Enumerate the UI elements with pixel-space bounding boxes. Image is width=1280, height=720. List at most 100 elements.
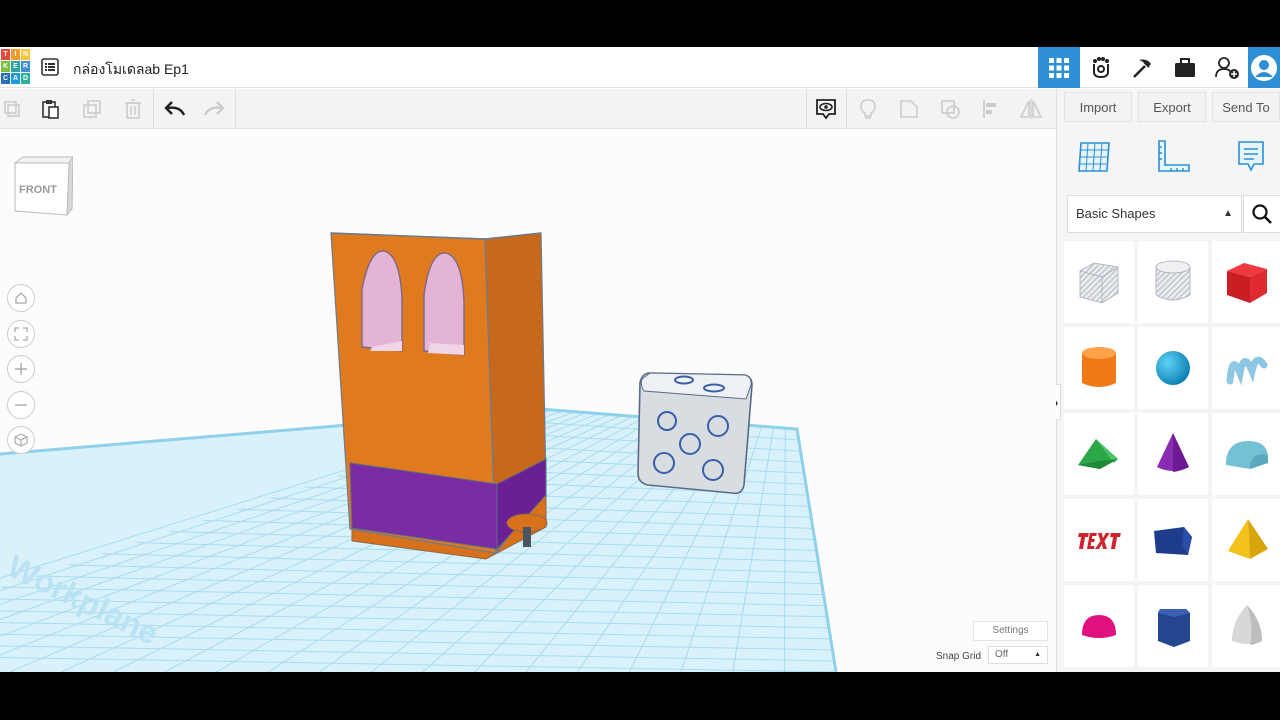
shape-box[interactable]: [1212, 241, 1280, 323]
export-button[interactable]: Export: [1138, 92, 1206, 122]
delete-button[interactable]: [113, 89, 153, 129]
grid-icon: [1049, 57, 1069, 78]
workplane-grid-icon: [1078, 142, 1110, 172]
shape-polygon[interactable]: [1138, 585, 1208, 667]
perspective-button[interactable]: [7, 426, 35, 454]
pickaxe-icon: [1133, 59, 1151, 78]
3d-canvas[interactable]: Workplane FRONT Settings Snap Grid Off ▲: [0, 129, 1056, 672]
home-view-button[interactable]: [7, 284, 35, 312]
shape-cylinder-hole[interactable]: [1138, 241, 1208, 323]
shape-roof[interactable]: [1064, 413, 1134, 495]
view-cube[interactable]: FRONT: [11, 153, 74, 219]
group-button[interactable]: [889, 89, 929, 129]
snap-grid-select[interactable]: Off ▲: [988, 646, 1048, 664]
pink-half-sphere-icon: [1082, 615, 1116, 638]
copy-button[interactable]: [0, 89, 32, 129]
settings-button[interactable]: Settings: [973, 621, 1048, 641]
box-hole-icon: [1079, 262, 1119, 304]
blocks-view-button[interactable]: [1080, 47, 1122, 88]
workplane-tool-button[interactable]: [1075, 137, 1115, 177]
round-roof-icon: [1226, 441, 1268, 469]
yellow-pyramid-icon: [1228, 519, 1268, 559]
designs-list-icon[interactable]: [41, 58, 59, 76]
undo-button[interactable]: [155, 89, 195, 129]
blocks-icon: [1093, 56, 1109, 78]
shape-paraboloid[interactable]: [1212, 585, 1280, 667]
send-to-button[interactable]: Send To: [1212, 92, 1280, 122]
duplicate-button[interactable]: [72, 89, 112, 129]
shape-wedge[interactable]: [1138, 499, 1208, 581]
scribble-icon: [1226, 356, 1268, 386]
logo-letter: R: [21, 61, 30, 72]
shape-text[interactable]: [1064, 499, 1134, 581]
design-title[interactable]: กล่องโมเดลab Ep1: [73, 59, 189, 81]
align-icon: [983, 100, 996, 118]
undo-icon: [164, 101, 186, 116]
group-icon: [900, 100, 918, 118]
import-button[interactable]: Import: [1064, 92, 1132, 122]
fit-view-button[interactable]: [7, 320, 35, 348]
user-avatar-icon: [1251, 54, 1277, 81]
note-bubble-icon: [1238, 141, 1264, 172]
ruler-icon: [1158, 140, 1190, 172]
zoom-out-button[interactable]: [7, 391, 35, 419]
shape-half-sphere[interactable]: [1064, 585, 1134, 667]
shape-category-label: Basic Shapes: [1076, 206, 1156, 221]
show-all-button[interactable]: [848, 89, 888, 129]
blue-sphere-icon: [1156, 351, 1190, 385]
toolbar-divider: [235, 89, 236, 129]
view-cube-label: FRONT: [19, 184, 57, 196]
briefcase-icon: [1175, 57, 1195, 77]
3d-design-view-button[interactable]: [1038, 47, 1080, 88]
shape-search-button[interactable]: [1243, 195, 1280, 233]
app-frame: T I N K E R C A D กล่องโมเดลab Ep1 Impor…: [0, 47, 1280, 672]
mirror-icon: [1019, 99, 1043, 119]
zoom-in-button[interactable]: [7, 355, 35, 383]
paste-button[interactable]: [30, 89, 70, 129]
workplane-scene: Workplane: [0, 232, 838, 672]
snap-grid-value: Off: [995, 649, 1009, 660]
duplicate-icon: [83, 100, 101, 118]
copy-icon: [4, 101, 20, 117]
shape-round-roof[interactable]: [1212, 413, 1280, 495]
logo-letter: C: [1, 73, 10, 84]
red-box-icon: [1227, 263, 1267, 303]
toolbar-divider: [153, 89, 154, 129]
shape-cone[interactable]: [1138, 413, 1208, 495]
logo-letter: I: [11, 49, 20, 60]
cylinder-hole-icon: [1155, 260, 1191, 301]
search-icon: [1252, 204, 1272, 224]
text-shape-icon: [1078, 533, 1121, 549]
invite-user-button[interactable]: [1206, 47, 1248, 88]
ruler-tool-button[interactable]: [1153, 137, 1193, 177]
shape-box-hole[interactable]: [1064, 241, 1134, 323]
shape-sphere[interactable]: [1138, 327, 1208, 409]
add-user-icon: [1215, 56, 1239, 79]
grey-paraboloid-icon: [1232, 605, 1262, 645]
align-button[interactable]: [971, 89, 1011, 129]
redo-icon: [203, 101, 225, 116]
avatar[interactable]: [1248, 47, 1280, 88]
navy-wedge-icon: [1154, 527, 1192, 555]
logo-letter: K: [1, 61, 10, 72]
clipboard-icon: [42, 100, 59, 119]
ungroup-button[interactable]: [930, 89, 970, 129]
logo-letter: E: [11, 61, 20, 72]
shape-category-select[interactable]: Basic Shapes ▲: [1067, 195, 1242, 233]
panel-tools: [1057, 137, 1280, 187]
home-icon: [15, 292, 27, 304]
logo-letter: A: [11, 73, 20, 84]
mirror-button[interactable]: [1011, 89, 1051, 129]
bricks-view-button[interactable]: [1122, 47, 1164, 88]
projects-button[interactable]: [1164, 47, 1206, 88]
tinkercad-logo[interactable]: T I N K E R C A D: [1, 49, 30, 85]
shape-scribble[interactable]: [1212, 327, 1280, 409]
notes-tool-button[interactable]: [1231, 137, 1271, 177]
dropdown-arrow-icon: ▲: [1034, 651, 1041, 658]
trash-icon: [125, 99, 141, 119]
notes-button[interactable]: [806, 89, 846, 129]
shape-pyramid[interactable]: [1212, 499, 1280, 581]
redo-button[interactable]: [194, 89, 234, 129]
minus-icon: [15, 404, 27, 406]
shape-cylinder[interactable]: [1064, 327, 1134, 409]
